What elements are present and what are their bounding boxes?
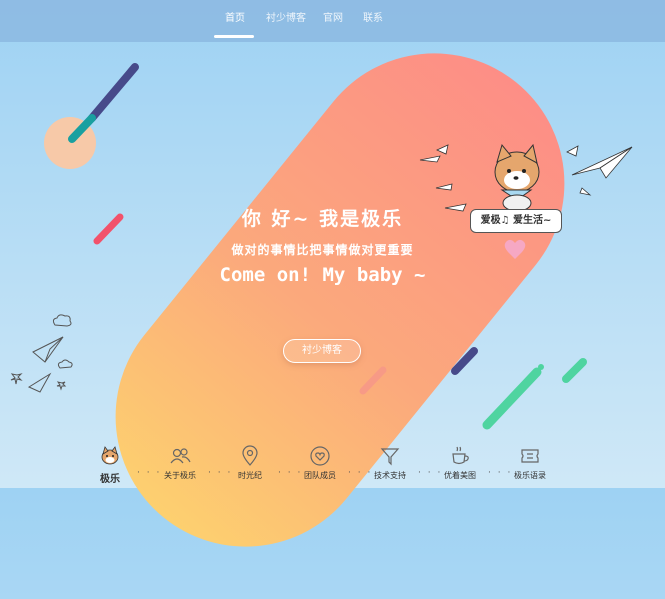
hero-motto: 做对的事情比把事情做对更重要 [231,243,414,257]
nav-separator: · · · [348,468,373,478]
paper-plane-doodle-icon [10,314,73,393]
hero-slogan: Come on! My baby ~ [219,264,426,286]
bottom-nav-label: 极乐 [100,474,120,485]
blog-button[interactable]: 衬少博客 [283,339,361,363]
navy-stripe-decoration-2 [451,347,478,375]
heart-circle-icon [310,446,330,466]
paper-plane-icon [571,146,633,179]
location-pin-icon [242,445,258,466]
bottom-nav: 极乐 关于极乐 时光纪 团队成员 技术支持 优着美图 极乐语录 · · · · … [0,440,665,488]
users-icon [170,448,191,464]
funnel-icon [380,448,400,466]
green-stripe-decoration-2 [562,358,587,383]
green-stripe-decoration [482,367,542,430]
nav-separator: · · · [418,468,443,478]
ticket-icon [521,449,539,463]
navy-stripe-decoration [88,63,139,122]
salmon-stripe-decoration [359,366,387,395]
green-dot-decoration [538,364,544,370]
nav-separator: · · · [137,468,162,478]
bottom-nav-item-jile[interactable]: 极乐 [75,440,145,485]
coffee-cup-icon [452,446,469,465]
dog-mascot-icon [494,143,540,212]
nav-separator: · · · [208,468,233,478]
mascot-speech-bubble: 爱极♫ 爱生活~ [470,209,562,233]
nav-separator: · · · [488,468,513,478]
nav-separator: · · · [278,468,303,478]
dog-avatar-icon [101,446,119,465]
